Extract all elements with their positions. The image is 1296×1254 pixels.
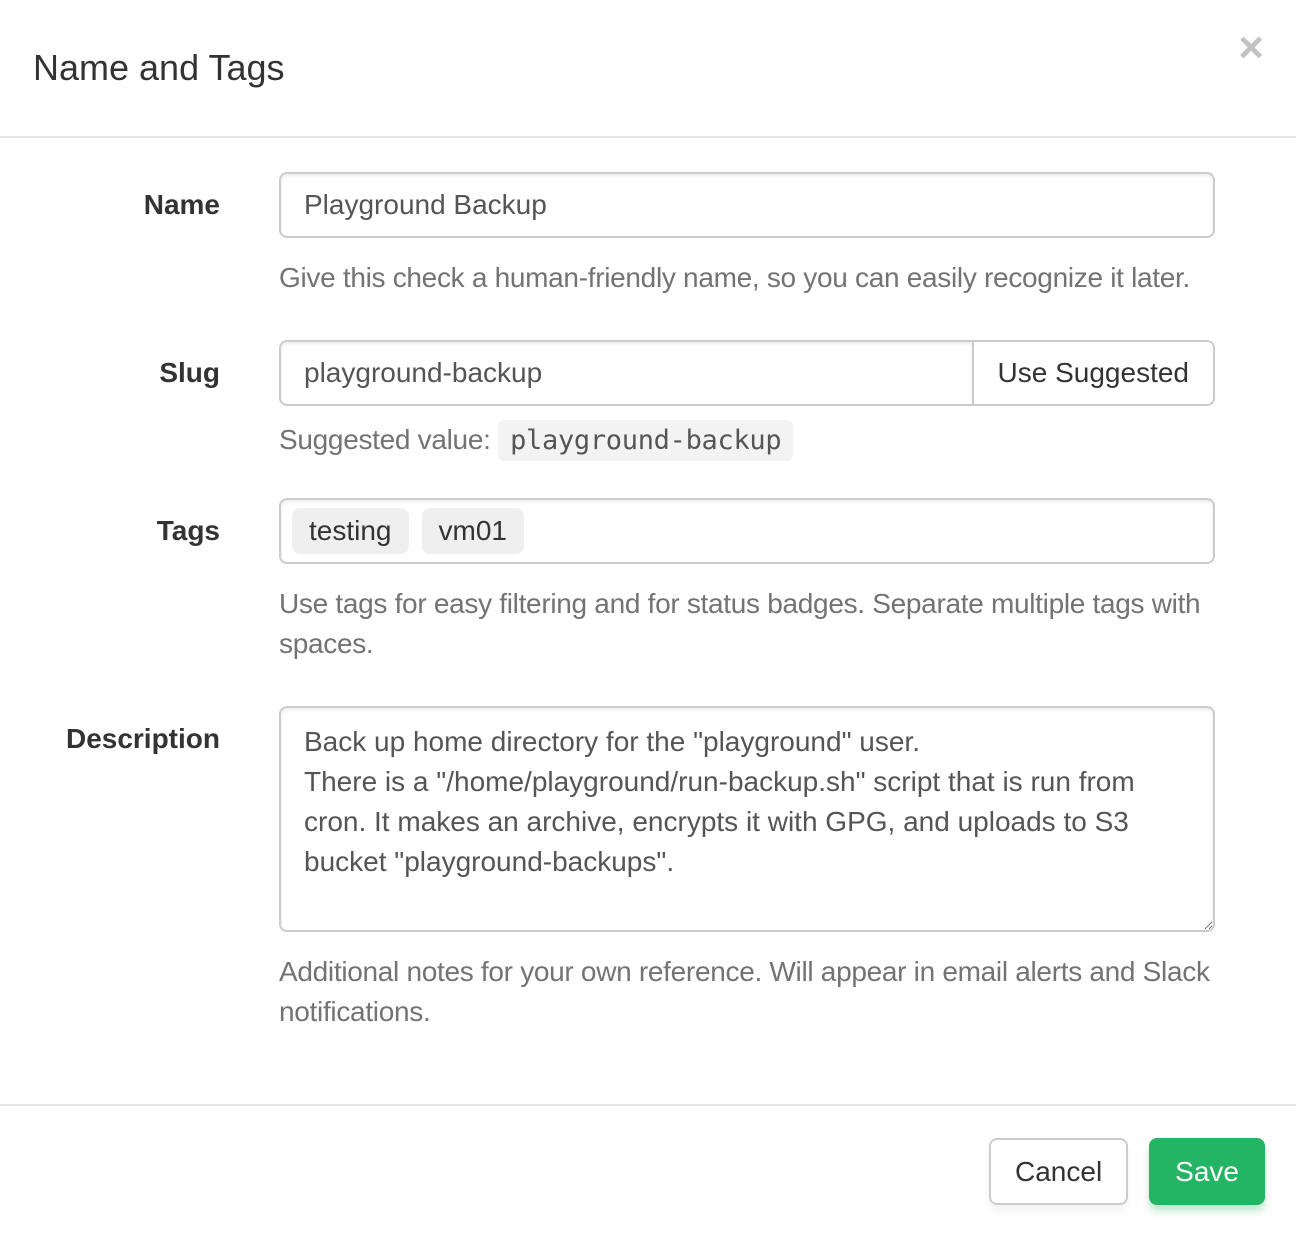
name-and-tags-dialog: Name and Tags × Name Give this check a h… [0, 0, 1296, 1236]
tags-field-row: Tags testing vm01 Use tags for easy filt… [0, 498, 1296, 664]
name-control: Give this check a human-friendly name, s… [279, 172, 1215, 298]
save-button[interactable]: Save [1149, 1138, 1265, 1205]
tag-chip-vm01[interactable]: vm01 [422, 508, 524, 554]
suggested-value-line: Suggested value: playground-backup [279, 424, 1215, 456]
tags-control: testing vm01 Use tags for easy filtering… [279, 498, 1215, 664]
tags-label: Tags [0, 498, 220, 547]
slug-input-group: Use Suggested [279, 340, 1215, 406]
suggested-value-code: playground-backup [498, 420, 793, 461]
description-help-text: Additional notes for your own reference.… [279, 952, 1215, 1032]
name-field-row: Name Give this check a human-friendly na… [0, 172, 1296, 298]
description-field-row: Description Back up home directory for t… [0, 706, 1296, 1032]
dialog-header: Name and Tags × [0, 0, 1296, 138]
dialog-footer: Cancel Save [0, 1104, 1296, 1236]
tag-chip-testing[interactable]: testing [292, 508, 409, 554]
dialog-body: Name Give this check a human-friendly na… [0, 138, 1296, 1104]
slug-control: Use Suggested Suggested value: playgroun… [279, 340, 1215, 456]
dialog-title: Name and Tags [33, 47, 285, 89]
slug-input[interactable] [279, 340, 974, 406]
cancel-button[interactable]: Cancel [989, 1138, 1128, 1205]
suggested-value-label: Suggested value: [279, 424, 491, 455]
name-input[interactable] [279, 172, 1215, 238]
name-label: Name [0, 172, 220, 221]
slug-label: Slug [0, 340, 220, 389]
use-suggested-button[interactable]: Use Suggested [972, 340, 1215, 406]
tags-input[interactable]: testing vm01 [279, 498, 1215, 564]
description-textarea[interactable]: Back up home directory for the "playgrou… [279, 706, 1215, 932]
tags-help-text: Use tags for easy filtering and for stat… [279, 584, 1215, 664]
slug-field-row: Slug Use Suggested Suggested value: play… [0, 340, 1296, 456]
description-label: Description [0, 706, 220, 755]
name-help-text: Give this check a human-friendly name, s… [279, 258, 1215, 298]
description-control: Back up home directory for the "playgrou… [279, 706, 1215, 1032]
close-icon[interactable]: × [1234, 22, 1268, 74]
